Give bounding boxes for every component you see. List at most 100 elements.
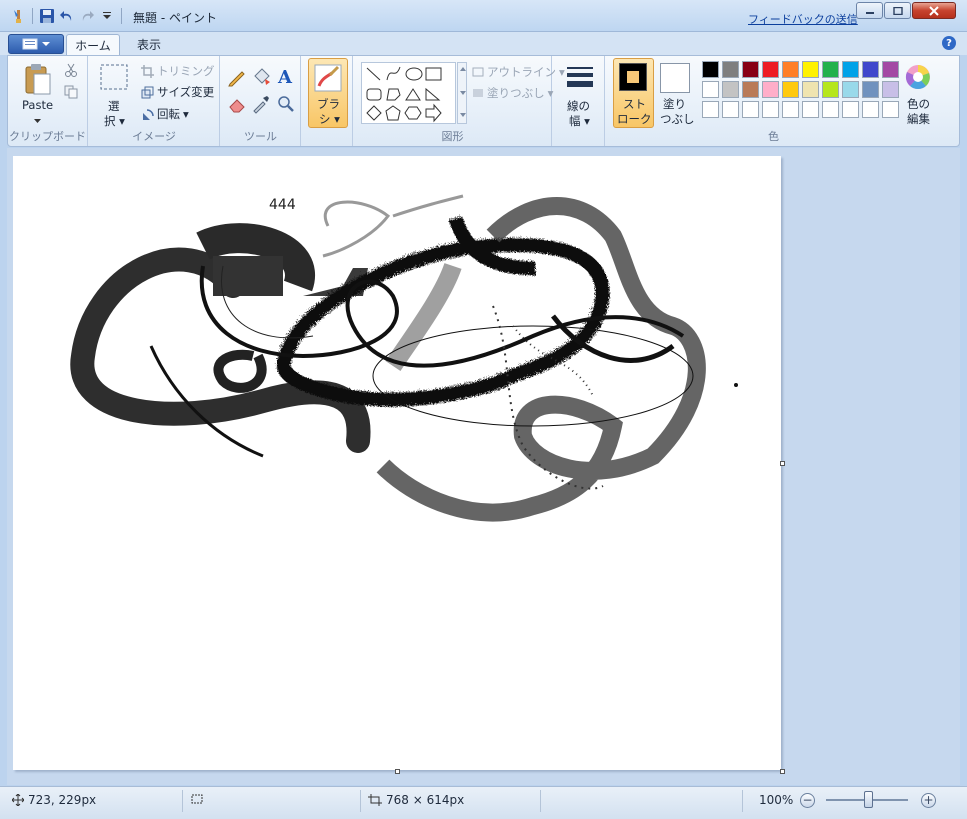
palette-swatch[interactable] [762, 101, 779, 118]
drawing-canvas[interactable] [13, 156, 781, 770]
palette-swatch[interactable] [822, 61, 839, 78]
tab-home[interactable]: ホーム [66, 34, 120, 55]
palette-swatch[interactable] [842, 61, 859, 78]
tools-group: A ツール [221, 56, 301, 146]
palette-swatch[interactable] [822, 81, 839, 98]
paste-icon[interactable] [22, 62, 52, 99]
canvas-resize-handle-corner[interactable] [780, 769, 785, 774]
palette-swatch[interactable] [802, 101, 819, 118]
palette-swatch[interactable] [822, 101, 839, 118]
feedback-link[interactable]: フィードバックの送信 [748, 11, 858, 27]
palette-swatch[interactable] [702, 81, 719, 98]
palette-swatch[interactable] [882, 81, 899, 98]
canvas-resize-handle-right[interactable] [780, 461, 785, 466]
palette-swatch[interactable] [862, 101, 879, 118]
size-label[interactable]: 線の [567, 98, 590, 114]
stroke-label[interactable]: スト [623, 96, 646, 112]
palette-swatch[interactable] [742, 61, 759, 78]
palette-swatch[interactable] [722, 61, 739, 78]
resize-button[interactable]: サイズ変更 [141, 84, 214, 100]
separator [360, 790, 361, 812]
text-icon[interactable]: A [276, 66, 296, 89]
palette-swatch[interactable] [842, 81, 859, 98]
select-label-2[interactable]: 択 ▾ [104, 113, 125, 129]
palette-swatch[interactable] [842, 101, 859, 118]
fill-button[interactable]: 塗りつぶし ▾ [472, 85, 553, 101]
fill-bucket-icon[interactable] [251, 67, 271, 90]
edit-colors-label-2[interactable]: 編集 [907, 111, 930, 127]
palette-swatch[interactable] [882, 61, 899, 78]
magnifier-icon[interactable] [276, 94, 296, 117]
palette-swatch[interactable] [862, 61, 879, 78]
palette-swatch[interactable] [702, 101, 719, 118]
maximize-button[interactable] [884, 2, 911, 19]
save-icon[interactable] [37, 7, 57, 25]
color-picker-icon[interactable] [251, 94, 271, 117]
copy-icon[interactable] [64, 85, 78, 102]
palette-swatch[interactable] [782, 61, 799, 78]
size-label-2[interactable]: 幅 ▾ [569, 113, 590, 129]
palette-swatch[interactable] [722, 81, 739, 98]
palette-swatch[interactable] [742, 81, 759, 98]
palette-swatch[interactable] [802, 81, 819, 98]
brush-label[interactable]: ブラ [317, 96, 340, 112]
shapes-group: アウトライン ▾ 塗りつぶし ▾ 図形 [354, 56, 565, 146]
pencil-icon[interactable] [227, 67, 247, 90]
edit-colors-label[interactable]: 色の [907, 96, 930, 112]
fill-color-label[interactable]: 塗り [663, 96, 686, 112]
stroke-label-2[interactable]: ローク [617, 111, 652, 127]
palette-swatch[interactable] [722, 101, 739, 118]
line-width-icon[interactable] [566, 65, 594, 96]
chevron-down-icon [42, 42, 50, 46]
fill-color-label-2[interactable]: つぶし [660, 111, 695, 127]
palette-swatch[interactable] [782, 81, 799, 98]
outline-icon [472, 67, 484, 77]
customize-qat-chevron-icon[interactable] [97, 7, 117, 25]
fill-color-swatch[interactable] [660, 63, 690, 93]
redo-icon[interactable] [77, 7, 97, 25]
eraser-icon[interactable] [227, 94, 247, 117]
curve-shape-icon [386, 66, 401, 81]
cut-icon[interactable] [64, 63, 78, 80]
rotate-button[interactable]: 回転 ▾ [141, 106, 189, 122]
paint-app-icon[interactable] [8, 7, 28, 25]
palette-swatch[interactable] [782, 101, 799, 118]
select-icon[interactable] [100, 64, 128, 93]
palette-swatch[interactable] [762, 81, 779, 98]
colors-group: スト ローク 塗り つぶし 色の 編集 色 [606, 56, 941, 146]
clipboard-group-label: クリップボード [9, 130, 86, 143]
status-bar: 723, 229px 768 × 614px 100% − + [0, 786, 967, 819]
application-menu-button[interactable] [8, 34, 64, 54]
palette-swatch[interactable] [862, 81, 879, 98]
shapes-gallery [361, 62, 456, 124]
palette-swatch[interactable] [762, 61, 779, 78]
polygon-shape-icon [386, 88, 401, 101]
crop-button[interactable]: トリミング [141, 63, 215, 79]
select-label[interactable]: 選 [108, 98, 120, 114]
stroke-color-swatch[interactable] [619, 63, 647, 91]
zoom-slider-thumb[interactable] [864, 791, 873, 808]
zoom-out-button[interactable]: − [800, 793, 815, 808]
outline-button[interactable]: アウトライン ▾ [472, 64, 565, 80]
help-icon[interactable]: ? [942, 36, 956, 50]
minimize-button[interactable] [856, 2, 883, 19]
triangle-shape-icon [405, 88, 421, 101]
separator [742, 790, 743, 812]
shapes-gallery-scroll[interactable] [457, 62, 467, 124]
image-group-label: イメージ [132, 130, 176, 143]
chevron-down-icon[interactable] [34, 113, 41, 127]
edit-colors-icon[interactable] [904, 63, 932, 94]
palette-swatch[interactable] [802, 61, 819, 78]
brush-label-2[interactable]: シ ▾ [319, 111, 340, 127]
zoom-in-button[interactable]: + [921, 793, 936, 808]
close-button[interactable] [912, 2, 956, 19]
palette-swatch[interactable] [742, 101, 759, 118]
tab-view[interactable]: 表示 [128, 34, 170, 55]
canvas-resize-handle-bottom[interactable] [395, 769, 400, 774]
paste-label[interactable]: Paste [22, 98, 53, 112]
palette-swatch[interactable] [882, 101, 899, 118]
undo-icon[interactable] [57, 7, 77, 25]
brush-icon[interactable] [314, 64, 342, 95]
selection-icon [191, 794, 203, 804]
palette-swatch[interactable] [702, 61, 719, 78]
